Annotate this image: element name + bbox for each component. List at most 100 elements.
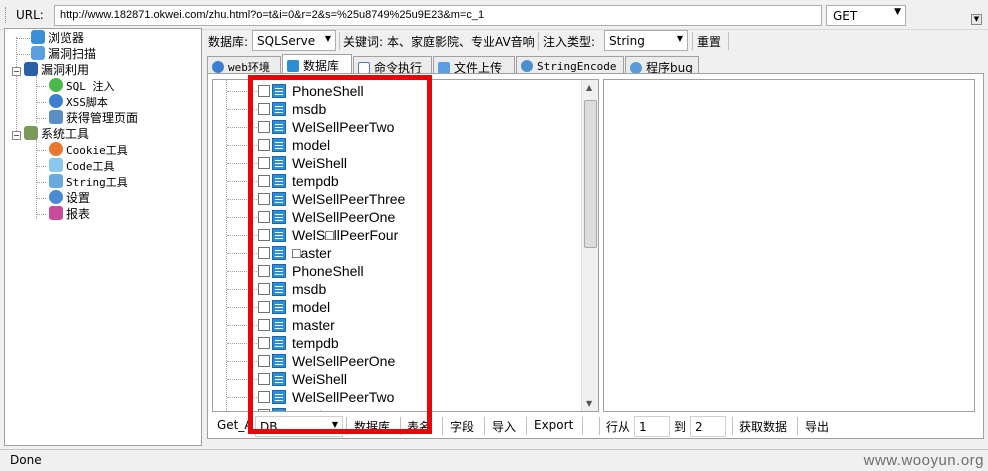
database-icon <box>272 372 286 386</box>
database-row[interactable]: WeiShell <box>213 154 583 172</box>
database-row[interactable]: model <box>213 136 583 154</box>
tree-item-system-tools[interactable]: − 系统工具 <box>12 126 89 142</box>
tree-item-xss[interactable]: XSS脚本 <box>49 94 108 110</box>
row-checkbox[interactable] <box>258 301 270 313</box>
scrollbar-thumb[interactable] <box>584 100 597 248</box>
database-icon <box>272 120 286 134</box>
browser-icon <box>31 30 45 44</box>
keyword-input[interactable]: 本、家庭影院、专业AV音响 <box>387 30 537 51</box>
tree-item-code-tool[interactable]: Code工具 <box>49 158 115 174</box>
database-row[interactable]: model <box>213 298 583 316</box>
tab-command[interactable]: 命令执行 <box>353 56 432 75</box>
row-checkbox[interactable] <box>258 121 270 133</box>
tab-web-env[interactable]: web环境 <box>207 56 281 74</box>
database-row[interactable]: tempdb <box>213 334 583 352</box>
database-row[interactable]: WelSellPeerTwo <box>213 118 583 136</box>
database-row[interactable]: msdb <box>213 100 583 118</box>
collapse-icon[interactable]: − <box>12 67 21 76</box>
row-checkbox[interactable] <box>258 229 270 241</box>
database-row[interactable]: □aster <box>213 244 583 262</box>
database-row[interactable]: PhoneShell <box>213 82 583 100</box>
data-result-pane[interactable] <box>603 79 975 412</box>
row-checkbox[interactable] <box>258 175 270 187</box>
tree-item-sql-injection[interactable]: SQL 注入 <box>49 78 115 94</box>
reset-button[interactable]: 重置 <box>697 33 721 50</box>
collapse-icon[interactable]: − <box>12 131 21 140</box>
row-checkbox[interactable] <box>258 103 270 115</box>
database-row[interactable]: master <box>213 316 583 334</box>
inject-type-value: String <box>609 34 645 48</box>
row-checkbox[interactable] <box>258 85 270 97</box>
tree-item-admin-page[interactable]: 获得管理页面 <box>49 110 138 126</box>
tools-icon <box>24 126 38 140</box>
fetch-data-button[interactable]: 获取数据 <box>739 418 787 435</box>
overflow-arrow-icon[interactable]: ▼ <box>971 14 982 25</box>
row-checkbox[interactable] <box>258 157 270 169</box>
report-icon <box>49 206 63 220</box>
database-row[interactable]: WelS□llPeerFour <box>213 226 583 244</box>
database-row[interactable]: WelSellPeerThree <box>213 190 583 208</box>
url-input[interactable]: http://www.182871.okwei.com/zhu.html?o=t… <box>54 5 822 26</box>
tab-program-bug[interactable]: 程序bug <box>625 56 699 75</box>
row-checkbox[interactable] <box>258 319 270 331</box>
row-checkbox[interactable] <box>258 193 270 205</box>
method-select[interactable]: GET ▼ <box>826 5 906 26</box>
list-scrollbar[interactable]: ▲ ▼ <box>581 80 598 411</box>
db-select[interactable]: DB ▼ <box>255 416 343 437</box>
database-row[interactable]: WelSellPeerTwo <box>213 388 583 406</box>
row-checkbox[interactable] <box>258 373 270 385</box>
inject-type-select[interactable]: String ▼ <box>604 30 688 51</box>
row-checkbox[interactable] <box>258 265 270 277</box>
scroll-down-icon[interactable]: ▼ <box>586 399 592 408</box>
database-name: WelSellPeerTwo <box>292 389 395 405</box>
row-checkbox[interactable] <box>258 337 270 349</box>
database-icon <box>272 336 286 350</box>
scroll-up-icon[interactable]: ▲ <box>586 83 592 92</box>
db-type-label: 数据库: <box>208 35 249 49</box>
tree-connector <box>227 379 257 380</box>
tree-item-string-tool[interactable]: String工具 <box>49 174 128 190</box>
database-row[interactable]: WeiShell <box>213 370 583 388</box>
row-checkbox[interactable] <box>258 211 270 223</box>
row-checkbox[interactable] <box>258 139 270 151</box>
list-tables-button[interactable]: 表名 <box>407 418 431 435</box>
tree-connector <box>227 163 257 164</box>
toolbar-grip[interactable] <box>5 7 8 23</box>
database-name: PhoneShell <box>292 263 364 279</box>
database-row[interactable]: PhoneShell <box>213 262 583 280</box>
row-to-input[interactable]: 2 <box>690 416 726 437</box>
exploit-icon <box>24 62 38 76</box>
database-row[interactable]: msdb <box>213 280 583 298</box>
tree-item-vuln-scan[interactable]: 漏洞扫描 <box>31 46 96 62</box>
tree-item-browser[interactable]: 浏览器 <box>31 30 84 46</box>
export-data-button[interactable]: 导出 <box>805 418 829 435</box>
database-row[interactable]: WelSellPeerOne <box>213 352 583 370</box>
row-checkbox[interactable] <box>258 283 270 295</box>
database-row[interactable]: master <box>213 406 583 411</box>
row-checkbox[interactable] <box>258 247 270 259</box>
tab-string-encode[interactable]: StringEncode <box>516 56 624 74</box>
tree-connector <box>227 361 257 362</box>
tree-connector <box>227 253 257 254</box>
list-fields-button[interactable]: 字段 <box>450 418 474 435</box>
db-type-select[interactable]: SQLServe ▼ <box>252 30 336 51</box>
export-button[interactable]: Export <box>534 418 573 432</box>
tab-file-upload[interactable]: 文件上传 <box>433 56 515 75</box>
row-checkbox[interactable] <box>258 355 270 367</box>
tree-label: 设置 <box>66 191 91 205</box>
database-row[interactable]: tempdb <box>213 172 583 190</box>
database-tree-list[interactable]: PhoneShell msdb WelSellPeerTwo model WeiShel… <box>212 79 599 412</box>
tree-item-vuln-exploit[interactable]: − 漏洞利用 <box>12 62 89 78</box>
method-value: GET <box>833 9 858 23</box>
tab-database[interactable]: 数据库 <box>282 54 352 74</box>
row-from-input[interactable]: 1 <box>634 416 670 437</box>
row-checkbox[interactable] <box>258 391 270 403</box>
database-row[interactable]: WelSellPeerOne <box>213 208 583 226</box>
tree-item-cookie-tool[interactable]: Cookie工具 <box>49 142 128 158</box>
tree-connector <box>227 325 257 326</box>
tree-item-report[interactable]: 报表 <box>49 206 90 222</box>
import-button[interactable]: 导入 <box>492 418 516 435</box>
row-checkbox[interactable] <box>258 409 270 411</box>
list-databases-button[interactable]: 数据库 <box>354 418 390 435</box>
tree-item-settings[interactable]: 设置 <box>49 190 90 206</box>
